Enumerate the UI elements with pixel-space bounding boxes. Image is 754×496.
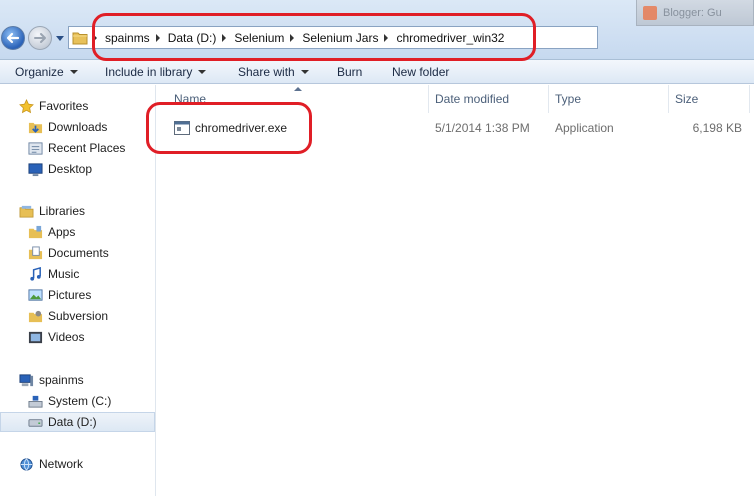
background-browser-tab[interactable]: Blogger: Gu — [636, 0, 754, 26]
documents-icon — [27, 245, 43, 261]
share-with-button[interactable]: Share with — [238, 65, 309, 79]
back-button[interactable] — [1, 26, 25, 50]
breadcrumb-chromedriver-win32[interactable]: chromedriver_win32 — [396, 31, 504, 45]
file-date-cell: 5/1/2014 1:38 PM — [435, 121, 530, 135]
folder-icon — [69, 27, 91, 48]
apps-library-icon — [27, 224, 43, 240]
chevron-down-icon — [69, 70, 78, 74]
file-name-cell[interactable]: chromedriver.exe — [174, 121, 287, 135]
chevron-down-icon — [300, 70, 309, 74]
browser-tab-label: Blogger: Gu — [663, 6, 722, 19]
breadcrumb-spainms[interactable]: spainms — [105, 31, 168, 45]
column-divider[interactable] — [668, 85, 669, 113]
file-type-cell: Application — [555, 121, 614, 135]
nav-item-pictures[interactable]: Pictures — [27, 285, 91, 305]
file-list: Name Date modified Type Size chromedrive… — [157, 85, 754, 496]
nav-item-downloads[interactable]: Downloads — [27, 117, 107, 137]
breadcrumb-separator-icon[interactable] — [384, 33, 389, 42]
desktop-icon — [27, 161, 43, 177]
breadcrumb-separator-icon[interactable] — [155, 33, 160, 42]
recent-pages-dropdown-icon[interactable] — [55, 33, 65, 43]
recent-places-icon — [27, 140, 43, 156]
breadcrumb-selenium[interactable]: Selenium — [234, 31, 302, 45]
arrow-left-icon — [6, 32, 20, 44]
chevron-down-icon — [198, 70, 207, 74]
blogger-icon — [643, 5, 657, 20]
column-divider[interactable] — [749, 85, 750, 113]
nav-item-desktop[interactable]: Desktop — [27, 159, 92, 179]
address-bar[interactable]: spainms Data (D:) Selenium Selenium Jars… — [68, 26, 598, 49]
breadcrumb-separator-icon[interactable] — [290, 33, 295, 42]
breadcrumb-selenium-jars[interactable]: Selenium Jars — [302, 31, 396, 45]
music-icon — [27, 266, 43, 282]
downloads-folder-icon — [27, 119, 43, 135]
forward-button[interactable] — [28, 26, 52, 50]
nav-item-videos[interactable]: Videos — [27, 327, 84, 347]
nav-favorites[interactable]: Favorites — [18, 96, 88, 116]
file-row[interactable]: chromedriver.exe 5/1/2014 1:38 PM Applic… — [157, 119, 754, 139]
videos-icon — [27, 329, 43, 345]
title-bar: Blogger: Gu spainms Data (D:) Selenium S… — [0, 0, 754, 60]
new-folder-button[interactable]: New folder — [392, 65, 449, 79]
star-icon — [18, 98, 34, 114]
include-in-library-button[interactable]: Include in library — [105, 65, 207, 79]
command-bar: Organize Include in library Share with B… — [0, 60, 754, 84]
explorer-window: Blogger: Gu spainms Data (D:) Selenium S… — [0, 0, 754, 496]
nav-network[interactable]: Network — [18, 454, 83, 474]
nav-computer[interactable]: spainms — [18, 370, 84, 390]
file-size-cell: 6,198 KB — [692, 121, 742, 135]
hard-drive-icon — [27, 414, 43, 430]
column-divider[interactable] — [548, 85, 549, 113]
breadcrumb-separator-icon[interactable] — [93, 33, 97, 42]
breadcrumb-separator-icon[interactable] — [222, 33, 227, 42]
libraries-icon — [18, 203, 34, 219]
column-header-type[interactable]: Type — [555, 85, 581, 113]
subversion-icon — [27, 308, 43, 324]
navigation-pane: Favorites Downloads Recent Places Deskto… — [0, 85, 156, 496]
system-drive-icon — [27, 393, 43, 409]
column-divider[interactable] — [428, 85, 429, 113]
nav-item-apps[interactable]: Apps — [27, 222, 75, 242]
organize-button[interactable]: Organize — [15, 65, 78, 79]
computer-icon — [18, 372, 34, 388]
nav-item-recent-places[interactable]: Recent Places — [27, 138, 125, 158]
nav-item-documents[interactable]: Documents — [27, 243, 109, 263]
nav-item-subversion[interactable]: Subversion — [27, 306, 108, 326]
sort-ascending-icon — [294, 87, 302, 91]
column-header-date-modified[interactable]: Date modified — [435, 85, 509, 113]
nav-item-music[interactable]: Music — [27, 264, 79, 284]
network-icon — [18, 456, 34, 472]
pictures-icon — [27, 287, 43, 303]
nav-libraries[interactable]: Libraries — [18, 201, 85, 221]
application-icon — [174, 121, 190, 135]
breadcrumb-data-d[interactable]: Data (D:) — [168, 31, 235, 45]
nav-item-data-d[interactable]: Data (D:) — [27, 412, 97, 432]
column-header-name[interactable]: Name — [174, 85, 206, 113]
column-header-size[interactable]: Size — [675, 85, 698, 113]
nav-item-system-c[interactable]: System (C:) — [27, 391, 111, 411]
burn-button[interactable]: Burn — [337, 65, 362, 79]
arrow-right-icon — [34, 33, 46, 43]
